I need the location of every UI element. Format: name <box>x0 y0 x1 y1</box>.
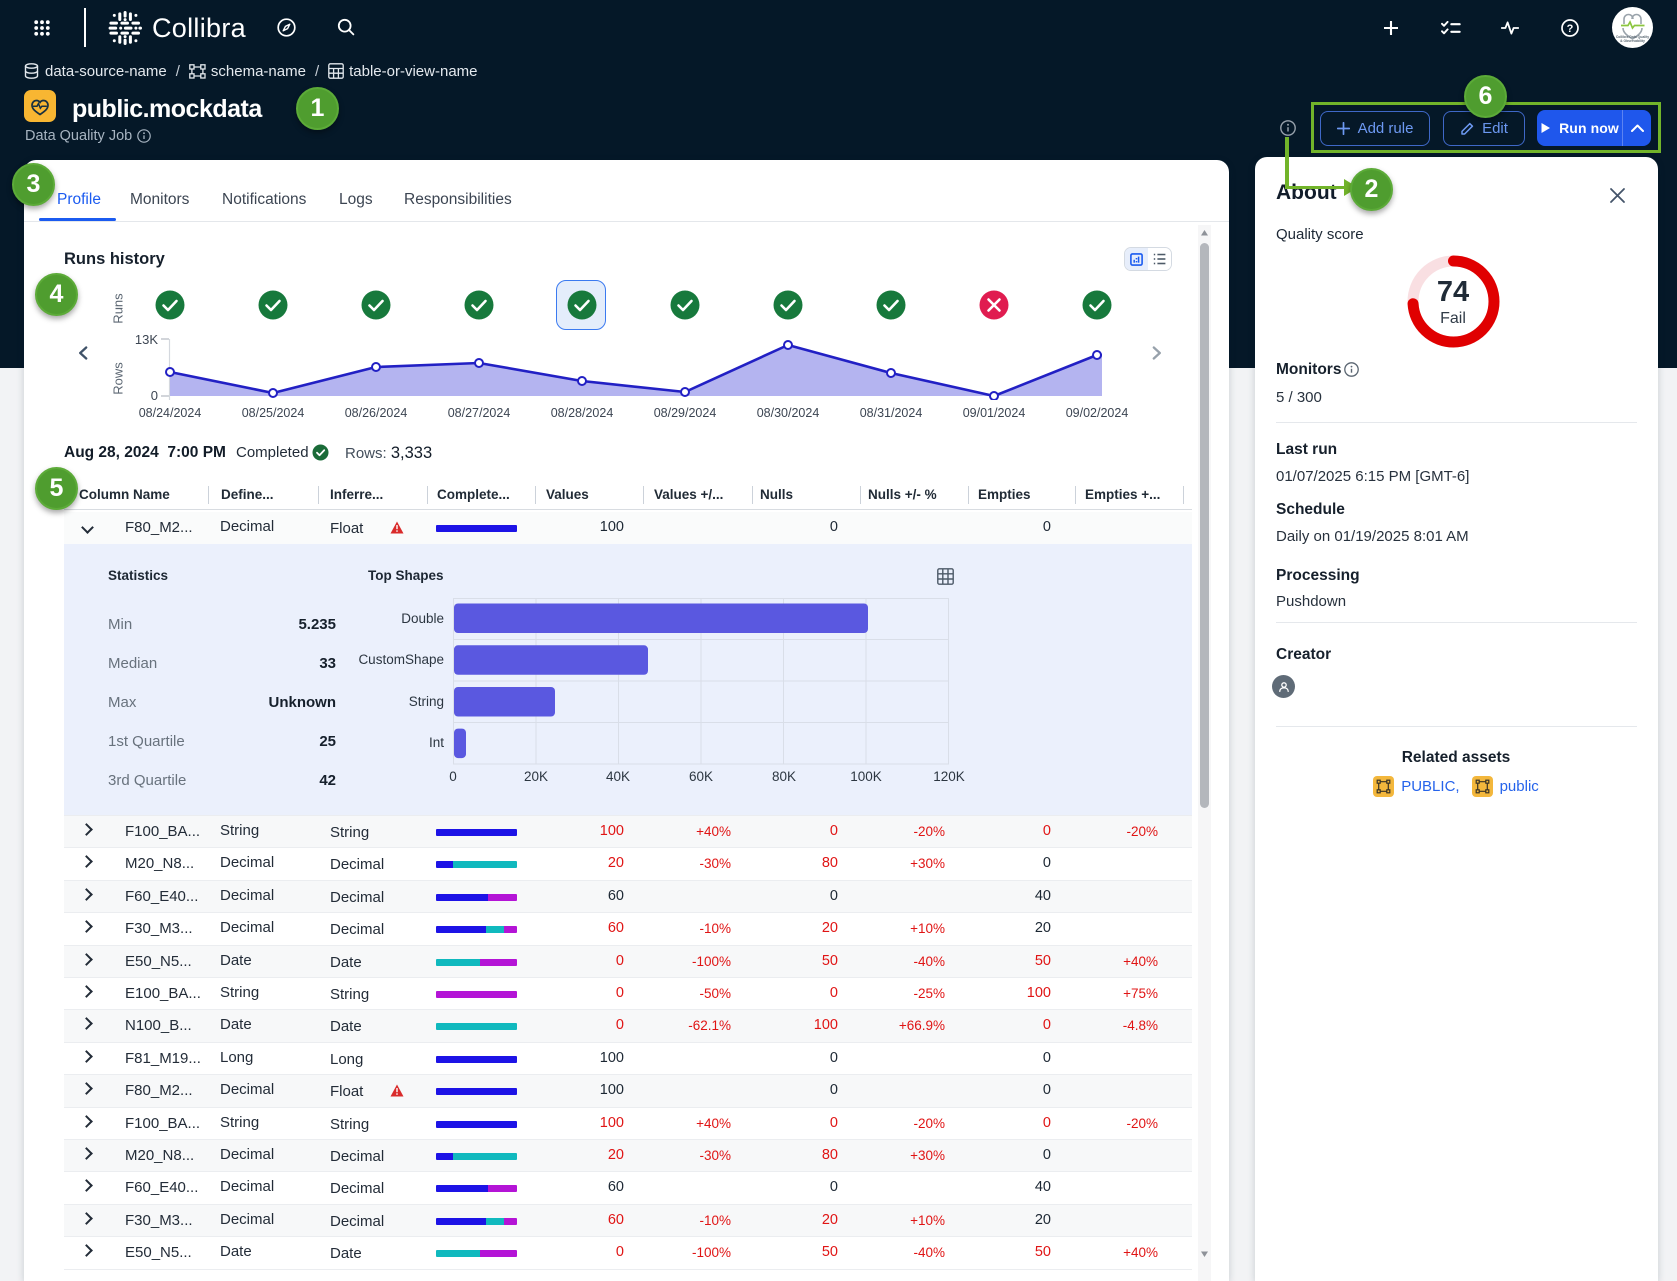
svg-text:& Observability: & Observability <box>1620 39 1645 43</box>
svg-text:?: ? <box>1567 23 1574 35</box>
